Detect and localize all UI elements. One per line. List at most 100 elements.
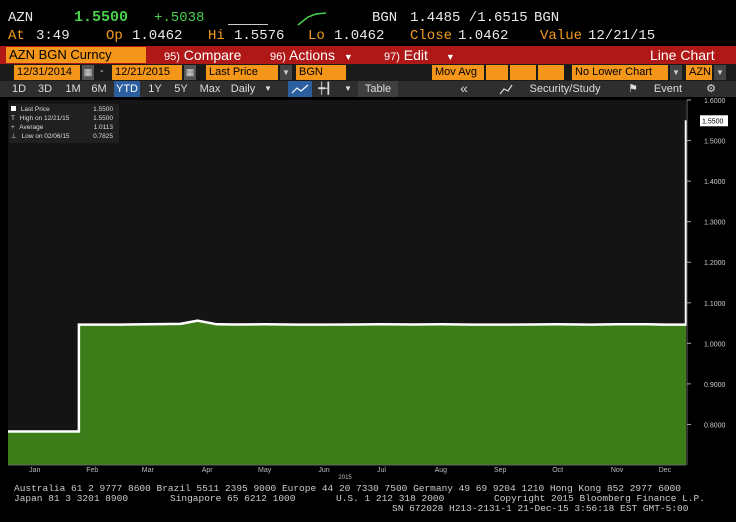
low-marker-icon: ⊥ bbox=[11, 133, 17, 140]
x-tick-label: May bbox=[258, 467, 272, 474]
low-value: 1.0462 bbox=[334, 28, 385, 44]
bid-currency: BGN bbox=[372, 10, 398, 26]
calendar-icon[interactable]: ▦ bbox=[184, 65, 196, 80]
legend-value: 1.5500 bbox=[93, 115, 113, 122]
price-field-select[interactable]: Last Price bbox=[206, 65, 278, 80]
chevron-down-icon[interactable]: ▼ bbox=[670, 65, 682, 80]
chart-type-label: Line Chart bbox=[650, 47, 715, 63]
currency-field[interactable]: BGN bbox=[296, 65, 346, 80]
period-1d[interactable]: 1D bbox=[8, 81, 30, 97]
back-button[interactable]: « bbox=[452, 81, 476, 97]
x-tick-label: Feb bbox=[86, 467, 98, 474]
legend-row-last: Last Price 1.5500 bbox=[11, 105, 117, 114]
x-tick-label: Dec bbox=[659, 467, 672, 474]
footer: Australia 61 2 9777 8600 Brazil 5511 239… bbox=[0, 482, 736, 522]
chart-legend: Last Price 1.5500 T High on 12/21/15 1.5… bbox=[9, 104, 119, 143]
footer-singapore: Singapore 65 6212 1000 bbox=[170, 493, 296, 504]
compare-number: 95) bbox=[164, 51, 180, 63]
end-date-field[interactable]: 12/21/2015 bbox=[112, 65, 182, 80]
legend-row-high: T High on 12/21/15 1.5500 bbox=[11, 114, 117, 123]
bid-ask: 1.4485 /1.6515 bbox=[410, 10, 528, 26]
time-value: 3:49 bbox=[36, 28, 70, 44]
high-value: 1.5576 bbox=[234, 28, 285, 44]
y-tick-label: 1.3000 bbox=[704, 220, 726, 227]
table-button[interactable]: Table bbox=[358, 81, 398, 97]
security-study-button[interactable]: Security/Study bbox=[524, 81, 606, 97]
y-tick-label: 0.8000 bbox=[704, 422, 726, 429]
x-tick-label: Aug bbox=[435, 467, 448, 474]
price-change: +.5038 bbox=[154, 10, 205, 26]
mov-avg-input-3[interactable] bbox=[538, 65, 564, 80]
x-tick-label: Mar bbox=[142, 467, 155, 474]
y-tick-label: 1.6000 bbox=[704, 98, 726, 105]
study-icon bbox=[498, 81, 514, 97]
edit-label: Edit bbox=[403, 47, 428, 63]
period-ytd[interactable]: YTD bbox=[114, 81, 140, 97]
sparkline-icon bbox=[297, 12, 327, 26]
mov-avg-label[interactable]: Mov Avg bbox=[432, 65, 484, 80]
legend-row-low: ⊥ Low on 02/06/15 0.7825 bbox=[11, 132, 117, 141]
actions-menu[interactable]: 96) Actions ▼ bbox=[270, 47, 353, 65]
edit-number: 97) bbox=[384, 51, 400, 63]
actions-label: Actions bbox=[289, 47, 335, 63]
y-tick-label: 1.2000 bbox=[704, 260, 726, 267]
x-tick-label: Apr bbox=[202, 467, 214, 474]
calendar-icon[interactable]: ▦ bbox=[82, 65, 94, 80]
edit-menu[interactable]: 97) Edit ▼ bbox=[384, 47, 455, 65]
chevron-down-icon[interactable]: ▼ bbox=[262, 81, 274, 97]
candle-icon[interactable]: ┿┨ bbox=[314, 81, 336, 97]
close-value: 1.0462 bbox=[458, 28, 509, 44]
last-price: 1.5500 bbox=[74, 9, 129, 26]
security-field[interactable]: AZN BGN Curncy bbox=[6, 47, 146, 63]
footer-japan: Japan 81 3 3201 8900 bbox=[14, 493, 129, 504]
field-bar: 12/31/2014 ▦ - 12/21/2015 ▦ Last Price ▼… bbox=[0, 64, 736, 81]
chart-canvas: 0.8000 0.9000 1.0000 1.1000 1.2000 1.3000 1.40… bbox=[8, 98, 728, 481]
legend-label: Average bbox=[19, 124, 44, 131]
menu-bar: AZN BGN Curncy 95) Compare 96) Actions ▼… bbox=[0, 46, 736, 64]
compare-label: Compare bbox=[183, 47, 242, 63]
period-5y[interactable]: 5Y bbox=[170, 81, 192, 97]
high-label: Hi bbox=[208, 28, 225, 44]
actions-number: 96) bbox=[270, 51, 286, 63]
legend-value: 0.7825 bbox=[93, 133, 113, 140]
period-6m[interactable]: 6M bbox=[88, 81, 110, 97]
mov-avg-input-2[interactable] bbox=[510, 65, 536, 80]
legend-label: Low on 02/06/15 bbox=[21, 133, 70, 140]
flag-icon: ⚑ bbox=[628, 83, 638, 95]
price-chart: 0.8000 0.9000 1.0000 1.1000 1.2000 1.3000 1.40… bbox=[0, 97, 736, 482]
period-max[interactable]: Max bbox=[196, 81, 224, 97]
high-marker-icon: T bbox=[11, 115, 15, 122]
close-label: Close bbox=[410, 28, 453, 44]
frequency-select[interactable]: Daily bbox=[228, 81, 258, 97]
x-tick-label: Jan bbox=[29, 467, 40, 474]
y-tick-label: 1.0000 bbox=[704, 341, 726, 348]
average-marker-icon: + bbox=[11, 124, 15, 131]
x-tick-label: Nov bbox=[611, 467, 624, 474]
x-tick-label: Oct bbox=[552, 467, 563, 474]
chevron-down-icon[interactable]: ▼ bbox=[342, 81, 354, 97]
event-button[interactable]: Event bbox=[648, 81, 688, 97]
lower-chart-select[interactable]: No Lower Chart bbox=[572, 65, 668, 80]
chart-toolbar: 1D 3D 1M 6M YTD 1Y 5Y Max Daily ▼ ┿┨ ▼ T… bbox=[0, 81, 736, 97]
gear-icon[interactable]: ⚙ bbox=[702, 81, 720, 97]
line-chart-icon[interactable] bbox=[288, 81, 312, 97]
compare-menu[interactable]: 95) Compare bbox=[164, 47, 241, 65]
legend-label: Last Price bbox=[20, 106, 50, 113]
input-underline[interactable] bbox=[228, 10, 268, 25]
x-tick-label: Jul bbox=[377, 467, 386, 474]
start-date-field[interactable]: 12/31/2014 bbox=[14, 65, 80, 80]
open-value: 1.0462 bbox=[132, 28, 183, 44]
ticker-row-1: AZN 1.5500 +.5038 BGN 1.4485 /1.6515 BGN bbox=[0, 8, 736, 28]
period-3d[interactable]: 3D bbox=[34, 81, 56, 97]
y-tick-label: 1.1000 bbox=[704, 301, 726, 308]
period-1m[interactable]: 1M bbox=[62, 81, 84, 97]
security-select[interactable]: AZN bbox=[686, 65, 712, 80]
period-1y[interactable]: 1Y bbox=[144, 81, 166, 97]
chevron-down-icon: ▼ bbox=[445, 52, 455, 62]
x-tick-label: Jun bbox=[318, 467, 329, 474]
chevron-down-icon[interactable]: ▼ bbox=[280, 65, 292, 80]
time-label: At bbox=[8, 28, 25, 44]
low-label: Lo bbox=[308, 28, 325, 44]
chevron-down-icon[interactable]: ▼ bbox=[714, 65, 726, 80]
mov-avg-input-1[interactable] bbox=[486, 65, 508, 80]
